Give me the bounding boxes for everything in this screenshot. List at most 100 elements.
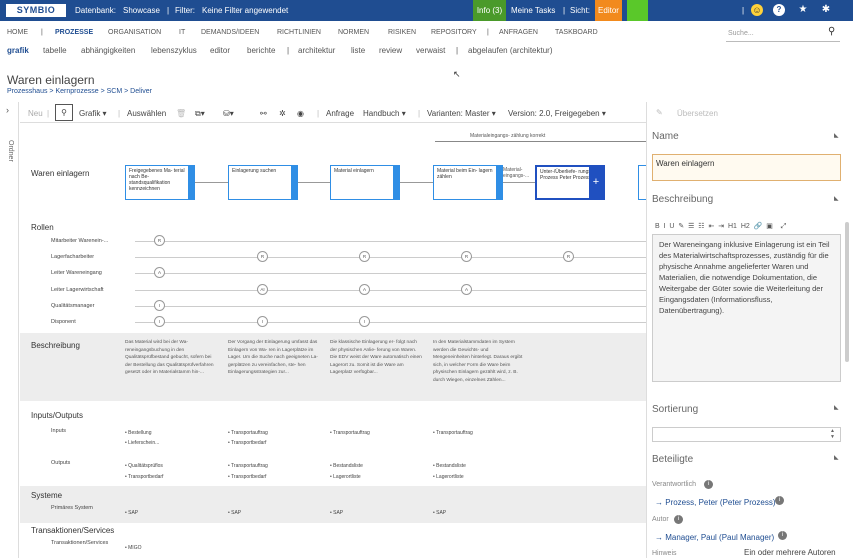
author-name[interactable]: Manager, Paul (Paul Manager)	[665, 533, 774, 542]
h2-button[interactable]: H2	[741, 223, 750, 230]
fullscreen-icon[interactable]: ⤢	[781, 223, 787, 230]
nav-processes[interactable]: PROZESSE	[55, 29, 93, 36]
search-icon[interactable]: ⚲	[828, 26, 835, 37]
breadcrumb[interactable]: Prozesshaus > Kernprozesse > SCM > Deliv…	[7, 88, 152, 95]
subprocess-step[interactable]: Unter-/Überliefe- rungs- Prozess Peter P…	[535, 165, 605, 200]
my-tasks-link[interactable]: Meine Tasks	[511, 6, 555, 15]
pin-icon[interactable]: ✎	[656, 108, 663, 117]
nav-repository[interactable]: REPOSITORY	[431, 29, 477, 36]
nav-demands[interactable]: DEMANDS/IDEEN	[201, 29, 259, 36]
translate-button[interactable]: Übersetzen	[677, 109, 718, 118]
process-diagram[interactable]: Materialeingangs- zählung korrekt Waren …	[20, 124, 646, 558]
process-step[interactable]: Material einlagern	[330, 165, 400, 200]
responsible-value[interactable]: → Prozess, Peter (Peter Prozess)	[655, 498, 776, 507]
h1-button[interactable]: H1	[728, 223, 737, 230]
author-value[interactable]: → Manager, Paul (Paul Manager)	[655, 533, 774, 542]
request-button[interactable]: Anfrage	[326, 109, 354, 118]
nav-home[interactable]: HOME	[7, 29, 28, 36]
graphic-menu[interactable]: Grafik ▾	[79, 109, 107, 118]
magic-icon[interactable]: ✲	[279, 109, 286, 118]
process-step-partial[interactable]	[638, 165, 646, 200]
nav-requests[interactable]: ANFRAGEN	[499, 29, 538, 36]
info-button[interactable]: Info (3)	[473, 0, 506, 21]
raci-marker[interactable]: I	[257, 316, 268, 327]
collapse-icon[interactable]: ◣	[834, 195, 839, 202]
view-editor-button[interactable]: Editor	[595, 0, 622, 21]
chevron-right-icon[interactable]: ›	[6, 105, 9, 115]
help-icon[interactable]: ?	[773, 4, 785, 16]
image-icon[interactable]: ▣	[766, 223, 773, 230]
raci-marker[interactable]: A	[154, 267, 165, 278]
nav-taskboard[interactable]: TASKBOARD	[555, 29, 598, 36]
raci-marker[interactable]: R	[257, 251, 268, 262]
folder-sidebar[interactable]: › Ordner	[0, 102, 19, 558]
collapse-icon[interactable]: ◣	[834, 454, 839, 461]
raci-marker[interactable]: AI	[257, 284, 268, 295]
copy-icon[interactable]: ⧉▾	[195, 109, 205, 119]
stepper-icon[interactable]: ▲ ▼	[830, 428, 835, 440]
raci-marker[interactable]: A	[359, 284, 370, 295]
indent-icon[interactable]: ⇥	[718, 223, 724, 230]
version-menu[interactable]: Version: 2.0, Freigegeben ▾	[508, 109, 606, 118]
gear-icon[interactable]: ✱	[820, 4, 832, 16]
collapse-icon[interactable]: ◣	[834, 404, 839, 411]
info-icon[interactable]: i	[778, 531, 787, 540]
search-input[interactable]: Suche...	[726, 28, 840, 42]
link-icon[interactable]: ⚯	[260, 109, 267, 118]
process-step[interactable]: Einlagerung suchen	[228, 165, 298, 200]
nav-norms[interactable]: NORMEN	[338, 29, 369, 36]
tab-expired[interactable]: abgelaufen (architektur)	[468, 46, 553, 55]
link-icon[interactable]: 🔗	[754, 223, 763, 230]
scrollbar[interactable]	[845, 222, 849, 362]
tab-reports[interactable]: berichte	[247, 46, 275, 55]
raci-marker[interactable]: A	[461, 284, 472, 295]
underline-button[interactable]: U	[669, 223, 674, 230]
star-icon[interactable]: ★	[797, 4, 809, 16]
info-icon[interactable]: i	[674, 515, 683, 524]
new-button[interactable]: Neu	[28, 109, 43, 118]
tab-orphaned[interactable]: verwaist	[416, 46, 445, 55]
raci-marker[interactable]: R	[359, 251, 370, 262]
raci-marker[interactable]: R	[563, 251, 574, 262]
info-icon[interactable]: i	[775, 496, 784, 505]
folder-label[interactable]: Ordner	[7, 140, 14, 162]
tab-dependencies[interactable]: abhängigkeiten	[81, 46, 135, 55]
database-icon[interactable]: ⛁▾	[223, 109, 234, 118]
tab-review[interactable]: review	[379, 46, 402, 55]
smiley-icon[interactable]: ☺	[751, 4, 763, 16]
collapse-icon[interactable]: ◣	[834, 132, 839, 139]
filter-value[interactable]: Keine Filter angewendet	[202, 6, 288, 15]
bullet-list-icon[interactable]: ☰	[688, 223, 694, 230]
description-editor[interactable]: Der Wareneingang inklusive Einlagerung i…	[652, 234, 841, 382]
bold-button[interactable]: B	[655, 223, 660, 230]
italic-button[interactable]: I	[664, 223, 666, 230]
select-button[interactable]: Auswählen	[127, 109, 166, 118]
info-icon[interactable]: i	[704, 480, 713, 489]
nav-guidelines[interactable]: RICHTLINIEN	[277, 29, 321, 36]
view-icon[interactable]: ◉	[297, 109, 304, 118]
raci-marker[interactable]: I	[154, 316, 165, 327]
responsible-name[interactable]: Prozess, Peter (Peter Prozess)	[665, 498, 775, 507]
raci-marker[interactable]: I	[359, 316, 370, 327]
symbio-logo[interactable]: SYMBIO	[6, 4, 66, 17]
tab-lifecycle[interactable]: lebenszyklus	[151, 46, 197, 55]
plus-icon[interactable]: +	[589, 167, 603, 198]
tab-editor[interactable]: editor	[210, 46, 230, 55]
tab-list[interactable]: liste	[351, 46, 365, 55]
name-field[interactable]: Waren einlagern	[652, 154, 841, 181]
sort-input[interactable]	[652, 427, 841, 442]
variants-menu[interactable]: Varianten: Master ▾	[427, 109, 496, 118]
highlight-icon[interactable]: ✎	[678, 223, 684, 230]
raci-marker[interactable]: R	[461, 251, 472, 262]
manual-menu[interactable]: Handbuch ▾	[363, 109, 406, 118]
tab-architecture[interactable]: architektur	[298, 46, 335, 55]
nav-it[interactable]: IT	[179, 29, 185, 36]
database-value[interactable]: Showcase	[123, 6, 160, 15]
nav-risks[interactable]: RISIKEN	[388, 29, 416, 36]
tab-table[interactable]: tabelle	[43, 46, 67, 55]
raci-marker[interactable]: R	[154, 235, 165, 246]
tab-graphic[interactable]: grafik	[7, 46, 29, 55]
process-step[interactable]: Freigegebenes Ma- terial nach Be- stands…	[125, 165, 195, 200]
nav-organisation[interactable]: ORGANISATION	[108, 29, 161, 36]
zoom-icon[interactable]: ⚲	[55, 104, 73, 121]
